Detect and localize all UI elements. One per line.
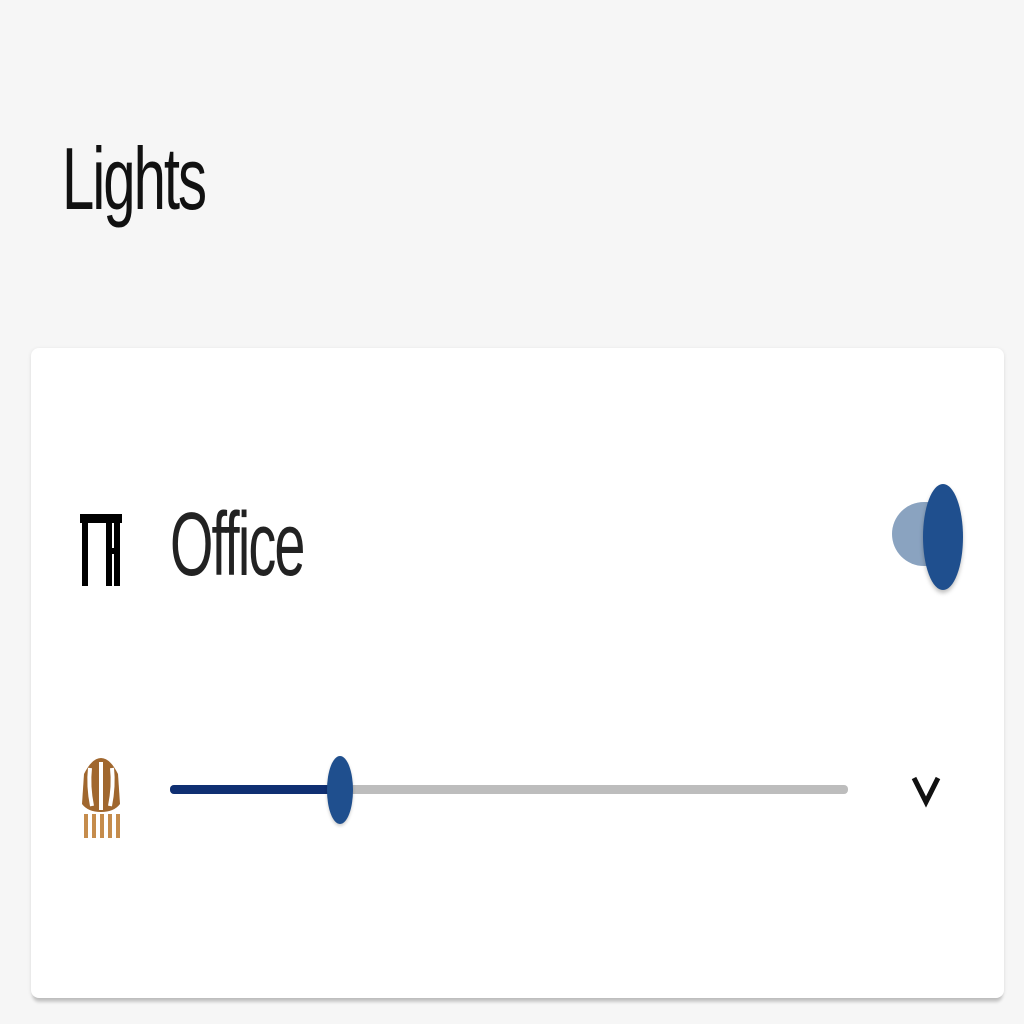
desk-lamp-icon bbox=[80, 514, 122, 586]
slider-thumb[interactable] bbox=[326, 756, 353, 824]
lights-page: Lights Office bbox=[0, 0, 1024, 1024]
brightness-slider[interactable] bbox=[170, 752, 848, 828]
toggle-thumb[interactable] bbox=[923, 484, 963, 590]
bulb-icon bbox=[82, 758, 120, 838]
chevron-down-icon[interactable] bbox=[904, 768, 948, 812]
slider-fill bbox=[170, 785, 340, 794]
light-card bbox=[31, 348, 1004, 998]
device-name: Office bbox=[170, 495, 305, 595]
section-title: Lights bbox=[62, 129, 207, 228]
power-toggle[interactable] bbox=[888, 484, 966, 594]
